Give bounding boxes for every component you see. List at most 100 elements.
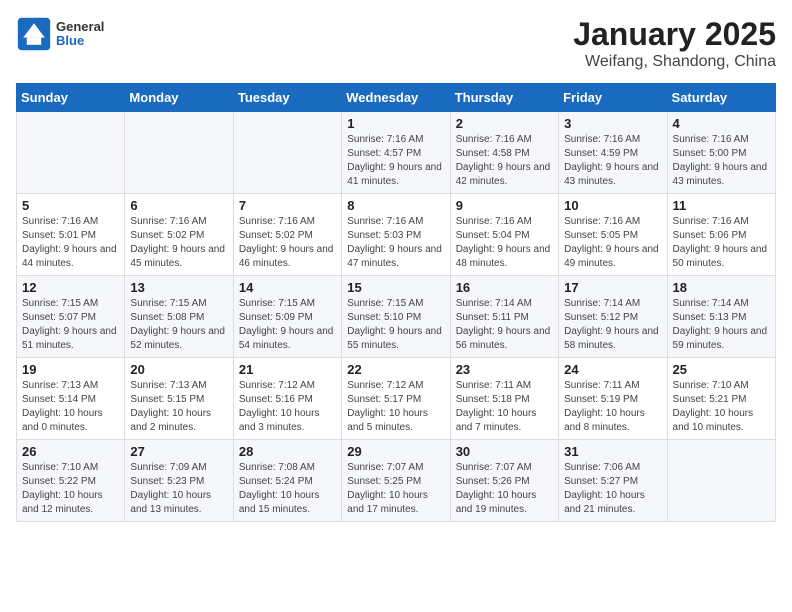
day-info: Sunrise: 7:15 AM Sunset: 5:09 PM Dayligh… — [239, 297, 337, 353]
calendar-cell: 30 Sunrise: 7:07 AM Sunset: 5:26 PM Dayli… — [450, 440, 558, 522]
calendar-cell: 8 Sunrise: 7:16 AM Sunset: 5:03 PM Daylig… — [342, 194, 450, 276]
calendar-body: 1Sunrise: 7:16 AM Sunset: 4:57 PM Daylig… — [17, 112, 776, 522]
calendar-cell: 25 Sunrise: 7:10 AM Sunset: 5:21 PM Dayli… — [667, 358, 775, 440]
day-info: Sunrise: 7:16 AM Sunset: 4:58 PM Dayligh… — [456, 133, 554, 189]
calendar-cell: 5 Sunrise: 7:16 AM Sunset: 5:01 PM Daylig… — [17, 194, 125, 276]
day-number: 22 — [347, 362, 445, 377]
calendar-cell: 27 Sunrise: 7:09 AM Sunset: 5:23 PM Dayli… — [125, 440, 233, 522]
day-number: 23 — [456, 362, 554, 377]
weekday-header-sunday: Sunday — [17, 84, 125, 112]
calendar-cell: 12 Sunrise: 7:15 AM Sunset: 5:07 PM Dayli… — [17, 276, 125, 358]
day-number: 20 — [130, 362, 228, 377]
day-info: Sunrise: 7:16 AM Sunset: 5:01 PM Dayligh… — [22, 215, 120, 271]
day-number: 9 — [456, 198, 554, 213]
day-info: Sunrise: 7:15 AM Sunset: 5:07 PM Dayligh… — [22, 297, 120, 353]
day-number: 17 — [564, 280, 662, 295]
calendar-cell: 19Sunrise: 7:13 AM Sunset: 5:14 PM Dayli… — [17, 358, 125, 440]
logo-blue: Blue — [56, 34, 104, 48]
day-info: Sunrise: 7:07 AM Sunset: 5:25 PM Dayligh… — [347, 461, 445, 517]
calendar-cell: 10 Sunrise: 7:16 AM Sunset: 5:05 PM Dayli… — [559, 194, 667, 276]
calendar-cell: 3Sunrise: 7:16 AM Sunset: 4:59 PM Daylig… — [559, 112, 667, 194]
day-info: Sunrise: 7:07 AM Sunset: 5:26 PM Dayligh… — [456, 461, 554, 517]
calendar-cell — [125, 112, 233, 194]
calendar-cell — [17, 112, 125, 194]
weekday-header-friday: Friday — [559, 84, 667, 112]
day-number: 21 — [239, 362, 337, 377]
calendar-cell: 9 Sunrise: 7:16 AM Sunset: 5:04 PM Daylig… — [450, 194, 558, 276]
day-info: Sunrise: 7:09 AM Sunset: 5:23 PM Dayligh… — [130, 461, 228, 517]
day-number: 11 — [673, 198, 771, 213]
logo-text: General Blue — [56, 20, 104, 49]
calendar-cell: 15 Sunrise: 7:15 AM Sunset: 5:10 PM Dayli… — [342, 276, 450, 358]
day-number: 12 — [22, 280, 120, 295]
page-header: General Blue January 2025 Weifang, Shand… — [16, 16, 776, 71]
weekday-header-monday: Monday — [125, 84, 233, 112]
calendar-header: SundayMondayTuesdayWednesdayThursdayFrid… — [17, 84, 776, 112]
day-number: 6 — [130, 198, 228, 213]
day-info: Sunrise: 7:15 AM Sunset: 5:08 PM Dayligh… — [130, 297, 228, 353]
day-info: Sunrise: 7:16 AM Sunset: 5:02 PM Dayligh… — [130, 215, 228, 271]
day-number: 30 — [456, 444, 554, 459]
day-number: 16 — [456, 280, 554, 295]
weekday-header-wednesday: Wednesday — [342, 84, 450, 112]
calendar-cell: 14 Sunrise: 7:15 AM Sunset: 5:09 PM Dayli… — [233, 276, 341, 358]
day-info: Sunrise: 7:16 AM Sunset: 5:05 PM Dayligh… — [564, 215, 662, 271]
day-info: Sunrise: 7:12 AM Sunset: 5:17 PM Dayligh… — [347, 379, 445, 435]
day-info: Sunrise: 7:16 AM Sunset: 5:04 PM Dayligh… — [456, 215, 554, 271]
day-number: 8 — [347, 198, 445, 213]
calendar-week-row: 26Sunrise: 7:10 AM Sunset: 5:22 PM Dayli… — [17, 440, 776, 522]
title-block: January 2025 Weifang, Shandong, China — [573, 16, 776, 71]
calendar-cell: 23Sunrise: 7:11 AM Sunset: 5:18 PM Dayli… — [450, 358, 558, 440]
calendar-cell: 2Sunrise: 7:16 AM Sunset: 4:58 PM Daylig… — [450, 112, 558, 194]
day-info: Sunrise: 7:12 AM Sunset: 5:16 PM Dayligh… — [239, 379, 337, 435]
day-number: 18 — [673, 280, 771, 295]
day-info: Sunrise: 7:08 AM Sunset: 5:24 PM Dayligh… — [239, 461, 337, 517]
day-number: 14 — [239, 280, 337, 295]
day-info: Sunrise: 7:11 AM Sunset: 5:19 PM Dayligh… — [564, 379, 662, 435]
calendar-week-row: 12 Sunrise: 7:15 AM Sunset: 5:07 PM Dayli… — [17, 276, 776, 358]
calendar-table: SundayMondayTuesdayWednesdayThursdayFrid… — [16, 83, 776, 522]
month-title: January 2025 — [573, 16, 776, 53]
day-info: Sunrise: 7:15 AM Sunset: 5:10 PM Dayligh… — [347, 297, 445, 353]
calendar-cell: 18Sunrise: 7:14 AM Sunset: 5:13 PM Dayli… — [667, 276, 775, 358]
day-number: 13 — [130, 280, 228, 295]
calendar-cell: 7Sunrise: 7:16 AM Sunset: 5:02 PM Daylig… — [233, 194, 341, 276]
day-info: Sunrise: 7:13 AM Sunset: 5:15 PM Dayligh… — [130, 379, 228, 435]
calendar-cell: 1Sunrise: 7:16 AM Sunset: 4:57 PM Daylig… — [342, 112, 450, 194]
day-info: Sunrise: 7:16 AM Sunset: 5:06 PM Dayligh… — [673, 215, 771, 271]
calendar-week-row: 19Sunrise: 7:13 AM Sunset: 5:14 PM Dayli… — [17, 358, 776, 440]
calendar-cell: 24 Sunrise: 7:11 AM Sunset: 5:19 PM Dayli… — [559, 358, 667, 440]
day-number: 5 — [22, 198, 120, 213]
day-number: 10 — [564, 198, 662, 213]
day-info: Sunrise: 7:16 AM Sunset: 5:03 PM Dayligh… — [347, 215, 445, 271]
weekday-header-row: SundayMondayTuesdayWednesdayThursdayFrid… — [17, 84, 776, 112]
day-number: 15 — [347, 280, 445, 295]
logo: General Blue — [16, 16, 104, 52]
calendar-cell: 31 Sunrise: 7:06 AM Sunset: 5:27 PM Dayli… — [559, 440, 667, 522]
calendar-cell — [667, 440, 775, 522]
calendar-cell: 11 Sunrise: 7:16 AM Sunset: 5:06 PM Dayli… — [667, 194, 775, 276]
day-number: 25 — [673, 362, 771, 377]
day-number: 29 — [347, 444, 445, 459]
day-number: 4 — [673, 116, 771, 131]
day-number: 27 — [130, 444, 228, 459]
day-number: 3 — [564, 116, 662, 131]
logo-general: General — [56, 20, 104, 34]
weekday-header-saturday: Saturday — [667, 84, 775, 112]
calendar-cell: 26Sunrise: 7:10 AM Sunset: 5:22 PM Dayli… — [17, 440, 125, 522]
day-info: Sunrise: 7:13 AM Sunset: 5:14 PM Dayligh… — [22, 379, 120, 435]
calendar-cell: 6 Sunrise: 7:16 AM Sunset: 5:02 PM Daylig… — [125, 194, 233, 276]
calendar-cell: 29 Sunrise: 7:07 AM Sunset: 5:25 PM Dayli… — [342, 440, 450, 522]
day-info: Sunrise: 7:06 AM Sunset: 5:27 PM Dayligh… — [564, 461, 662, 517]
day-number: 24 — [564, 362, 662, 377]
weekday-header-thursday: Thursday — [450, 84, 558, 112]
day-info: Sunrise: 7:14 AM Sunset: 5:12 PM Dayligh… — [564, 297, 662, 353]
location-subtitle: Weifang, Shandong, China — [573, 53, 776, 71]
day-number: 26 — [22, 444, 120, 459]
day-info: Sunrise: 7:16 AM Sunset: 4:57 PM Dayligh… — [347, 133, 445, 189]
day-number: 31 — [564, 444, 662, 459]
calendar-week-row: 1Sunrise: 7:16 AM Sunset: 4:57 PM Daylig… — [17, 112, 776, 194]
calendar-cell: 22 Sunrise: 7:12 AM Sunset: 5:17 PM Dayli… — [342, 358, 450, 440]
calendar-cell: 16Sunrise: 7:14 AM Sunset: 5:11 PM Dayli… — [450, 276, 558, 358]
day-info: Sunrise: 7:10 AM Sunset: 5:21 PM Dayligh… — [673, 379, 771, 435]
